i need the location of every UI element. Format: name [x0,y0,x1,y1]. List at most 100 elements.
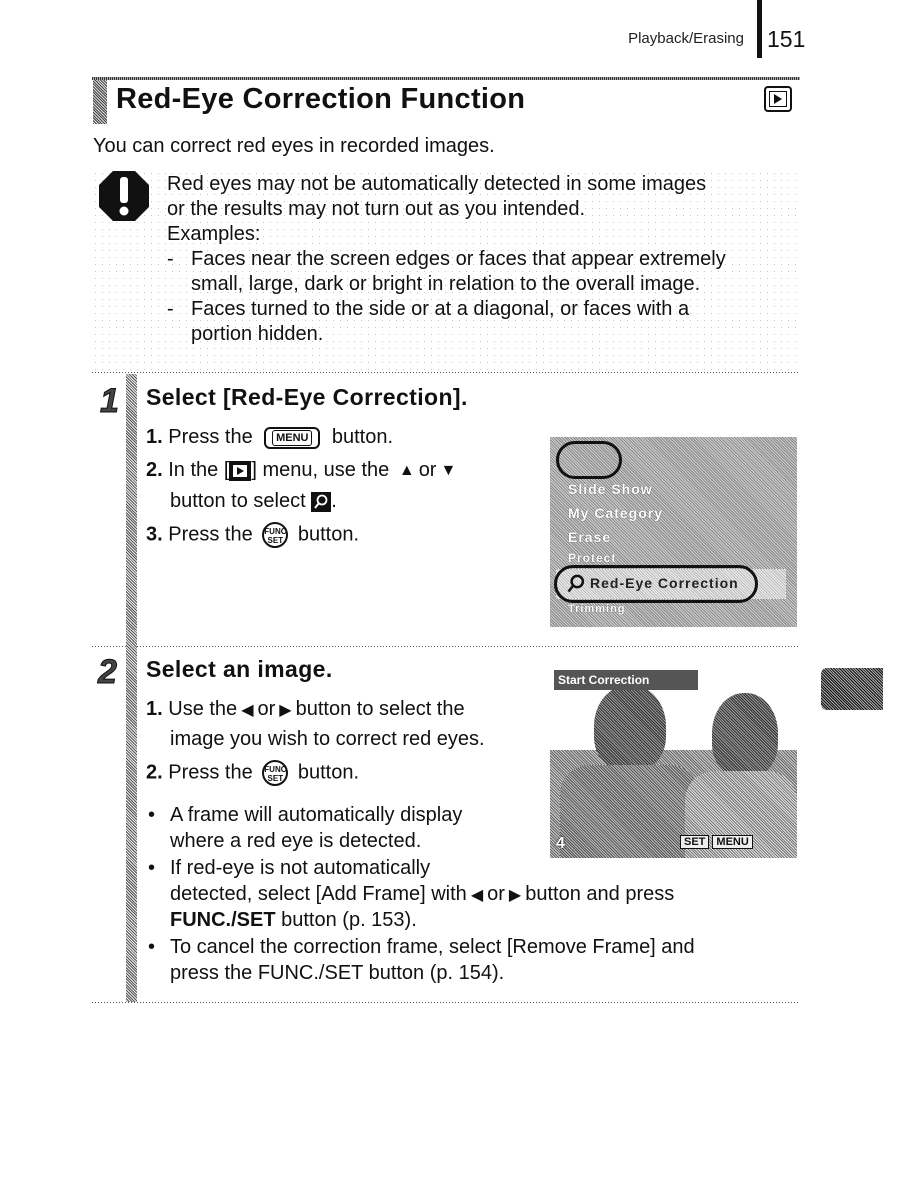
down-arrow-icon: ▼ [440,461,457,479]
instruction-text: button to select the [295,698,465,720]
section-divider [92,372,800,373]
bullet: • [148,936,155,959]
chapter-tab [821,668,883,710]
instruction-text: button. [297,761,360,784]
playback-mode-icon [764,86,792,112]
example-item: - Faces near the screen edges or faces th… [167,247,807,272]
instruction-text: Press the [168,761,253,784]
menu-item: Trimming [568,603,626,615]
instruction-text: Use the [168,698,238,720]
section-title: Playback/Erasing [628,30,744,47]
bullet-text-part: detected, select [Add Frame] with [170,883,467,905]
page-number: 151 [767,26,806,52]
dash: - [167,298,174,320]
menu-item: Slide Show [568,481,653,497]
camera-image-screen: Start Correction 4 SET MENU [550,665,797,858]
page-title: Red-Eye Correction Function [116,83,526,115]
menu-button-label: MENU [712,835,753,849]
menu-item: Protect [568,551,617,565]
bullet-text-part: button and press [525,883,675,905]
menu-item: Erase [568,529,612,545]
instruction: 3. Press the FUNC SET button. [146,522,359,548]
caution-icon [99,171,149,221]
bullet-text: where a red eye is detected. [170,830,422,852]
menu-button-icon: MENU [264,426,321,449]
instruction-text: Press the [168,523,253,546]
instruction-number: 1. [146,426,163,448]
func-set-button-icon: FUNC SET [262,760,289,786]
instruction-text: ] menu, use the [251,459,390,481]
header-divider [757,0,762,58]
example-item: - Faces turned to the side or at a diagon… [167,297,807,322]
bullet-text: A frame will automatically display [170,804,463,826]
instruction-text: image you wish to correct red eyes. [170,728,485,750]
instruction: 1. Press the MENU button. [146,426,393,449]
title-rule [92,77,800,80]
bullet-text: press the FUNC./SET button (p. 154). [170,962,505,984]
instruction: 1. Use the ◀ or ▶ button to select the [146,698,465,721]
instruction-text: . [331,490,337,512]
person-face [594,685,666,771]
menu-button-label: MENU [272,429,313,446]
example-text: portion hidden. [191,323,324,345]
instruction-text: or [418,459,437,481]
camera-menu-screen: Slide Show My Category Erase Protect Red… [550,437,797,627]
step-bar [126,374,137,646]
example-text: Faces turned to the side or at a diagona… [191,298,690,320]
instruction-text: button. [297,523,360,546]
bullet-text: If red-eye is not automatically [170,857,431,879]
instruction-text: or [257,698,276,720]
bullet-text-part: button (p. 153). [275,909,417,931]
func-label: FUNC [264,527,287,536]
caution-line: Red eyes may not be automatically detect… [167,173,707,195]
example-text: Faces near the screen edges or faces tha… [191,248,726,270]
title-accent-bar [93,80,107,124]
example-text: small, large, dark or bright in relation… [191,273,701,295]
playback-menu-icon [229,460,252,481]
start-correction-label: Start Correction [554,670,698,690]
instruction-text: button to select [170,490,306,512]
red-eye-icon [311,491,332,512]
instruction: 2. In the [ ] menu, use the ▲ or ▼ [146,459,460,482]
bullet-glyph: • [148,857,156,879]
up-arrow-icon: ▲ [398,461,415,479]
bullet-text: To cancel the correction frame, select [… [170,936,695,958]
bullet-text: FUNC./SET button (p. 153). [170,909,417,932]
instruction-text: Press the [168,426,253,448]
set-label: SET [267,536,284,545]
instruction-number: 2. [146,761,163,784]
step-bar [126,630,137,1002]
instruction-number: 1. [146,698,163,720]
person-torso [560,765,700,858]
func-label: FUNC [264,765,287,774]
func-set-label: FUNC./SET [170,909,276,931]
step-title: Select an image. [146,656,333,682]
func-set-button-icon: FUNC SET [262,522,289,548]
bullet-glyph: • [148,804,156,826]
bullet-text-part: or [487,883,505,905]
instruction: button to select . [170,490,337,513]
instruction: 2. Press the FUNC SET button. [146,760,359,786]
section-divider [92,1002,800,1003]
step-title: Select [Red-Eye Correction]. [146,384,468,410]
bullet-text: detected, select [Add Frame] with ◀ or ▶ but… [170,883,674,906]
instruction-text: In the [ [168,459,230,481]
step-number: 2 [98,653,118,692]
intro-text: You can correct red eyes in recorded ima… [93,135,495,157]
screen-controls: SET MENU [680,835,753,849]
set-label: SET [267,774,284,783]
instruction-number: 3. [146,523,163,546]
bullet: • [148,857,155,880]
tab-highlight-oval [556,441,622,479]
section-divider [92,646,800,647]
right-arrow-icon: ▶ [508,886,522,904]
left-arrow-icon: ◀ [241,701,254,719]
bullet: • [148,804,155,827]
caution-text: Red eyes may not be automatically detect… [167,172,807,347]
dash: - [167,248,174,270]
image-index: 4 [556,835,565,852]
selected-item-oval [554,565,758,603]
set-button-label: SET [680,835,710,849]
instruction-text: button. [331,426,394,448]
instruction-number: 2. [146,459,163,481]
